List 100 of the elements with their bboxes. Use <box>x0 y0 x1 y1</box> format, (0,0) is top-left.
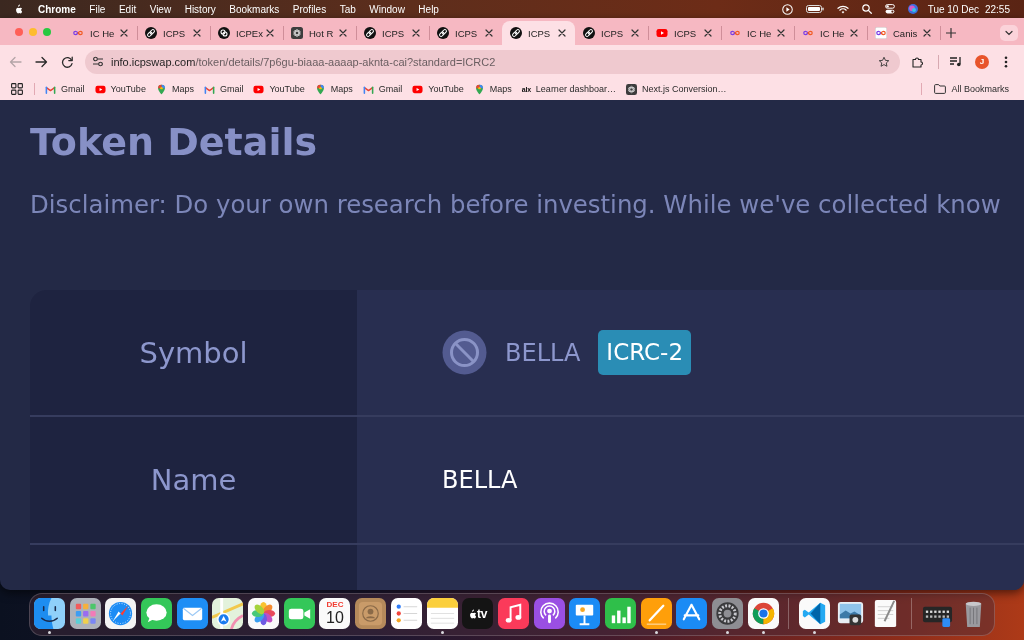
close-icon[interactable] <box>412 29 420 37</box>
plus-icon[interactable] <box>946 27 956 38</box>
address-bar[interactable]: info.icpswap.com/token/details/7p6gu-biaaa-aaaap-aknta-cai?standard=ICRC2 <box>85 49 900 74</box>
rosette-icon <box>291 27 303 39</box>
browser-tab[interactable]: IC He <box>794 21 867 45</box>
play-circle-icon[interactable] <box>781 3 793 15</box>
podcast-icon[interactable] <box>533 598 565 629</box>
close-icon[interactable] <box>704 29 712 37</box>
reload-icon[interactable] <box>61 55 74 68</box>
browser-tab[interactable]: ICPS <box>429 21 502 45</box>
close-icon[interactable] <box>631 29 639 37</box>
puzzle-piece-icon[interactable] <box>911 55 923 68</box>
music-note-icon[interactable] <box>497 598 529 629</box>
linked-rings-icon <box>218 27 230 39</box>
menu-icon[interactable] <box>1004 55 1008 68</box>
checklist-icon[interactable] <box>390 598 422 629</box>
apps-grid-icon[interactable] <box>11 83 23 95</box>
playlist-icon[interactable] <box>950 56 962 67</box>
compass-icon[interactable] <box>105 598 137 629</box>
profile-avatar[interactable]: J <box>975 54 989 69</box>
close-icon[interactable] <box>339 29 347 37</box>
link-icon <box>510 27 522 39</box>
tv-icon[interactable]: tv <box>462 598 494 629</box>
pen-icon[interactable] <box>640 598 672 629</box>
menu-item[interactable]: View <box>149 3 172 15</box>
menu-item[interactable]: Help <box>418 3 439 15</box>
bookmark-link[interactable]: Gmail <box>198 80 249 98</box>
video-camera-icon[interactable] <box>283 598 315 629</box>
app-grid-icon[interactable] <box>69 598 101 629</box>
close-icon[interactable] <box>193 29 201 37</box>
menu-bar-date[interactable]: Tue 10 Dec <box>927 3 979 15</box>
battery-icon[interactable] <box>805 5 824 13</box>
browser-tab[interactable]: Canis <box>867 21 940 45</box>
menu-bar-clock[interactable]: 22:55 <box>984 3 1010 15</box>
apple-icon[interactable] <box>467 608 476 619</box>
notepad-icon[interactable] <box>426 598 458 629</box>
menu-item[interactable]: Edit <box>118 3 137 15</box>
map-icon[interactable] <box>212 598 244 629</box>
row-label: Symbol <box>139 335 248 370</box>
app-menu[interactable]: Chrome <box>38 3 76 15</box>
bookmark-link[interactable]: Gmail <box>357 80 408 98</box>
code-editor-icon[interactable] <box>799 598 831 629</box>
link-icon <box>145 27 157 39</box>
wifi-icon[interactable] <box>836 4 849 14</box>
browser-tab[interactable]: ICPS <box>502 21 575 45</box>
menu-item[interactable]: Tab <box>339 3 356 15</box>
bookmark-link[interactable]: YouTube <box>89 80 151 98</box>
menu-item[interactable]: Bookmarks <box>229 3 280 15</box>
browser-tab[interactable]: IC He <box>721 21 794 45</box>
token-name: BELLA <box>442 466 518 494</box>
bookmark-link[interactable]: YouTube <box>407 80 469 98</box>
close-icon[interactable] <box>120 29 128 37</box>
lectern-icon[interactable] <box>569 598 601 629</box>
face-icon[interactable] <box>33 598 65 629</box>
bookmark-link[interactable]: Gmail <box>40 80 90 98</box>
browser-tab[interactable]: IC He <box>64 21 137 45</box>
chevron-down-icon[interactable] <box>1000 24 1018 41</box>
rosette-icon <box>625 83 637 95</box>
calendar-icon[interactable]: DEC 10 <box>319 598 351 629</box>
menu-item[interactable]: Window <box>369 3 405 15</box>
star-icon[interactable] <box>878 55 890 68</box>
folder-icon[interactable] <box>934 84 947 94</box>
orb-icon[interactable] <box>907 4 918 14</box>
prohibited-icon <box>442 330 487 375</box>
tune-icon[interactable] <box>92 56 104 67</box>
contact-card-icon[interactable] <box>355 598 387 629</box>
bookmark-link[interactable]: Next.js Conversion… <box>620 80 732 98</box>
apple-icon[interactable] <box>14 4 22 14</box>
forward-arrow-icon[interactable] <box>35 55 48 68</box>
close-icon[interactable] <box>266 29 274 37</box>
bookmark-link[interactable]: Maps <box>150 80 199 98</box>
browser-tab[interactable]: ICPS <box>648 21 721 45</box>
browser-tab[interactable]: ICPS <box>137 21 210 45</box>
close-icon[interactable] <box>558 29 566 37</box>
browser-icon[interactable] <box>747 598 779 629</box>
close-icon[interactable] <box>777 29 785 37</box>
bar-chart-icon[interactable] <box>604 598 636 629</box>
close-icon[interactable] <box>485 29 493 37</box>
browser-tab[interactable]: ICPS <box>356 21 429 45</box>
search-icon[interactable] <box>861 4 872 14</box>
url-text[interactable]: info.icpswap.com/token/details/7p6gu-biaaa-aaaap-aknta-cai?standard=ICRC2 <box>111 55 878 68</box>
envelope-icon[interactable] <box>176 598 208 629</box>
speech-bubble-icon[interactable] <box>141 598 173 629</box>
browser-tab[interactable]: ICPS <box>575 21 648 45</box>
close-icon[interactable] <box>923 29 931 37</box>
browser-tab[interactable]: Hot R <box>283 21 356 45</box>
m-logo-icon <box>203 83 215 95</box>
bookmark-link[interactable]: YouTube <box>248 80 310 98</box>
toggle-switches-icon[interactable] <box>884 4 895 14</box>
app-store-icon[interactable] <box>676 598 708 629</box>
all-bookmarks-button[interactable]: All Bookmarks <box>929 80 1014 98</box>
gear-icon[interactable] <box>712 598 744 629</box>
bookmark-link[interactable]: Maps <box>468 80 517 98</box>
bookmark-link[interactable]: Maps <box>309 80 358 98</box>
browser-tab[interactable]: ICPEx <box>210 21 283 45</box>
flower-icon[interactable] <box>248 598 280 629</box>
menu-item[interactable]: File <box>89 3 106 15</box>
close-icon[interactable] <box>850 29 858 37</box>
menu-item[interactable]: Profiles <box>292 3 327 15</box>
menu-item[interactable]: History <box>184 3 216 15</box>
